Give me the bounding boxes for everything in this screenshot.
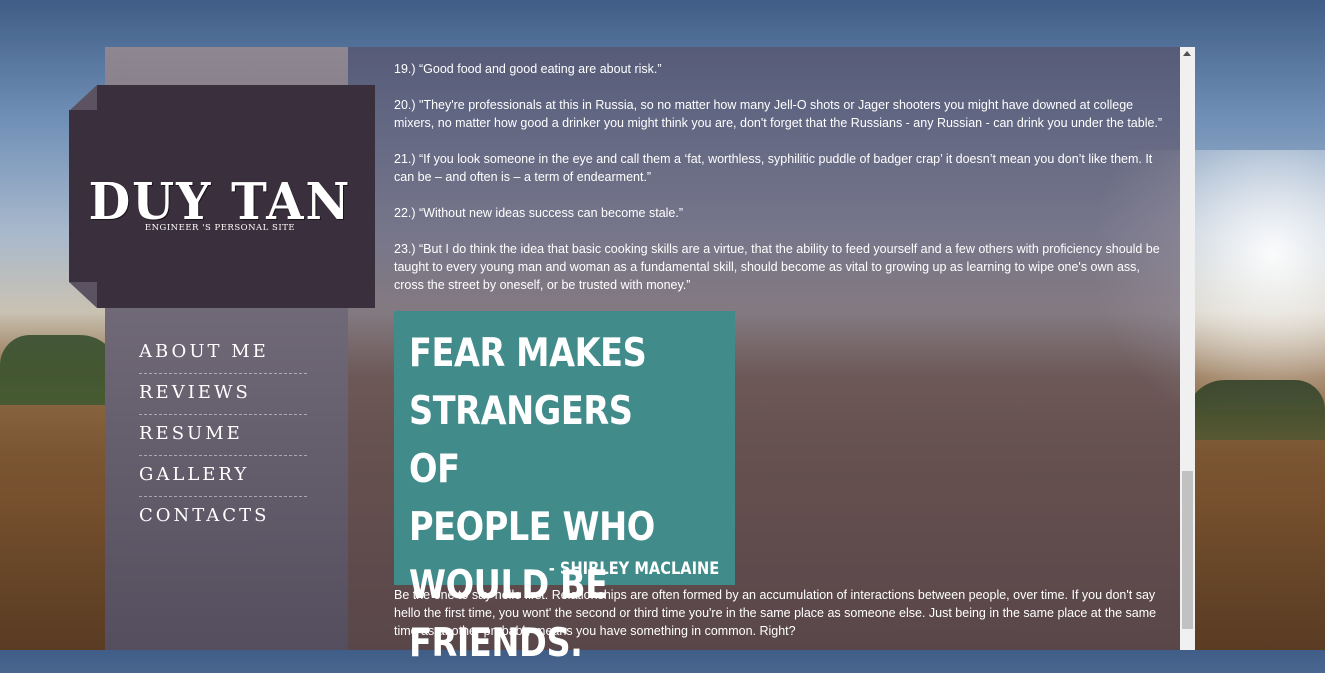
nav-item-resume[interactable]: RESUME [139,415,307,456]
closing-paragraph: Be the one to say hello first. Relations… [394,588,1157,638]
quote-image: FEAR MAKES STRANGERS OF PEOPLE WHO WOULD… [394,311,735,666]
vertical-scrollbar[interactable] [1180,47,1195,650]
quote-paragraph-20: 20.) "They're professionals at this in R… [394,98,1163,130]
background-trees-left [0,335,120,405]
site-subtitle: ENGINEER 'S PERSONAL SITE [144,223,296,233]
quote-paragraph-19: 19.) “Good food and good eating are abou… [394,62,662,76]
nav-item-reviews[interactable]: REVIEWS [139,374,307,415]
quote-paragraph-21: 21.) “If you look someone in the eye and… [394,152,1153,184]
scroll-up-arrow-icon[interactable] [1183,51,1191,56]
nav-item-contacts[interactable]: CONTACTS [139,497,307,537]
logo-ribbon-fold-top [69,85,97,111]
logo-box-bottom [97,282,375,308]
logo-box-top [97,85,375,110]
scrollbar-thumb[interactable] [1182,471,1193,629]
quote-paragraph-22: 22.) “Without new ideas success can beco… [394,206,684,220]
article-body: 19.) “Good food and good eating are abou… [394,60,1172,312]
quote-image-author: - SHIRLEY MACLAINE [548,559,719,579]
nav-item-about-me[interactable]: ABOUT ME [139,333,307,374]
quote-paragraph-23: 23.) “But I do think the idea that basic… [394,242,1160,292]
logo-ribbon-fold-bottom [69,282,97,308]
nav-item-gallery[interactable]: GALLERY [139,456,307,497]
main-nav: ABOUT ME REVIEWS RESUME GALLERY CONTACTS [139,333,307,537]
